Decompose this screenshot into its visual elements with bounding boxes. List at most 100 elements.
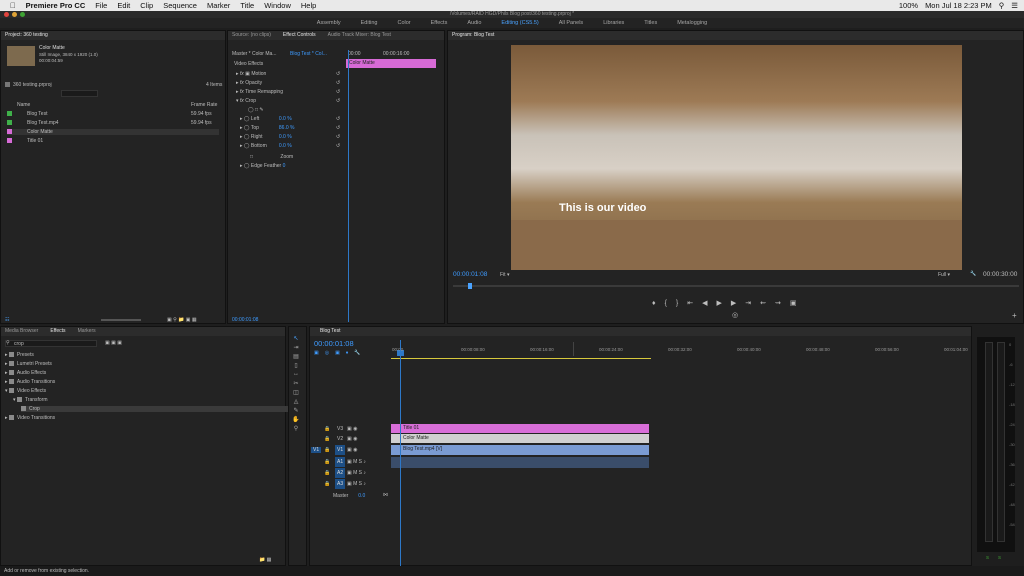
- ws-all-panels[interactable]: All Panels: [559, 18, 583, 28]
- track-header[interactable]: 🔒 A3 ▣ M S ♪: [309, 479, 390, 489]
- ws-titles[interactable]: Titles: [644, 18, 657, 28]
- menu-sequence[interactable]: Sequence: [163, 1, 197, 10]
- wrench-icon[interactable]: 🔧: [970, 271, 976, 277]
- selection-tool-icon[interactable]: ↖: [292, 335, 300, 342]
- track-label[interactable]: A1: [335, 457, 346, 467]
- track-label[interactable]: V2: [335, 434, 345, 444]
- tab-project[interactable]: Project: 360 testing: [5, 31, 48, 40]
- reset-icon[interactable]: ↺: [336, 80, 340, 86]
- ws-libraries[interactable]: Libraries: [603, 18, 624, 28]
- crop-param-value[interactable]: 0.0 %: [279, 116, 292, 122]
- clip-audio[interactable]: [391, 457, 649, 468]
- list-view-icon[interactable]: ☷: [5, 317, 9, 323]
- track-header[interactable]: 🔒 V3 ▣ ◉: [309, 424, 390, 434]
- tab-source[interactable]: Source: (no clips): [232, 31, 271, 40]
- reset-icon[interactable]: ↺: [336, 134, 340, 140]
- col-frame-rate[interactable]: Frame Rate: [191, 102, 217, 108]
- reset-icon[interactable]: ↺: [336, 125, 340, 131]
- rolling-edit-tool-icon[interactable]: ▯: [292, 362, 300, 369]
- clock[interactable]: Mon Jul 18 2:23 PM: [925, 1, 992, 10]
- app-menu[interactable]: Premiere Pro CC: [26, 1, 86, 10]
- reset-icon[interactable]: ↺: [336, 98, 340, 104]
- effect-time-remap[interactable]: ▸ fx Time Remapping: [236, 89, 283, 95]
- track-toggle-icons[interactable]: ▣ ◉: [347, 424, 357, 434]
- tab-sequence[interactable]: Blog Test: [314, 327, 340, 336]
- track-header[interactable]: 🔒 A2 ▣ M S ♪: [309, 468, 390, 478]
- project-search-input[interactable]: [61, 90, 98, 97]
- fit-select[interactable]: Fit ▾: [500, 272, 509, 278]
- program-scrubber[interactable]: [453, 285, 1019, 287]
- project-item[interactable]: Blog Test.mp4 59.94 fps: [7, 120, 219, 126]
- effects-tree-item[interactable]: ▸ Presets: [5, 352, 34, 358]
- ws-assembly[interactable]: Assembly: [317, 18, 341, 28]
- crop-param-value[interactable]: 86.0 %: [279, 125, 295, 131]
- vr-view-icon[interactable]: ◎: [732, 311, 738, 319]
- track-toggle-icons[interactable]: ▣ M S ♪: [347, 479, 366, 489]
- effect-opacity[interactable]: ▸ fx Opacity: [236, 80, 262, 86]
- quality-select[interactable]: Full ▾: [938, 272, 950, 278]
- transport-controls[interactable]: ♦{}⇤◀▶▶⇥⇜⇝▣: [652, 299, 805, 307]
- ec-playhead[interactable]: [348, 50, 349, 322]
- project-item[interactable]: Title 01: [7, 138, 219, 144]
- lock-icon[interactable]: 🔒: [324, 468, 330, 478]
- work-area-bar[interactable]: [391, 358, 651, 359]
- ws-audio[interactable]: Audio: [467, 18, 481, 28]
- track-label[interactable]: A3: [335, 479, 346, 489]
- track-label[interactable]: A2: [335, 468, 346, 478]
- menu-window[interactable]: Window: [264, 1, 291, 10]
- project-item[interactable]: Color Matte: [7, 129, 219, 135]
- close-window-icon[interactable]: [4, 12, 9, 17]
- ec-clip-bar[interactable]: Color Matte: [346, 59, 436, 68]
- solo-left[interactable]: S: [986, 555, 989, 560]
- lock-icon[interactable]: 🔒: [324, 457, 330, 467]
- track-toggle-icons[interactable]: ▣ M S ♪: [347, 468, 366, 478]
- lock-icon[interactable]: 🔒: [324, 424, 330, 434]
- tab-effects[interactable]: Effects: [50, 327, 65, 336]
- track-header[interactable]: 🔒 V1 ▣ ◉: [309, 445, 390, 455]
- effects-tree-item[interactable]: ▾ Video Effects: [5, 388, 46, 394]
- ws-editing[interactable]: Editing: [361, 18, 378, 28]
- track-select-tool-icon[interactable]: ⇥: [292, 344, 300, 351]
- program-playhead[interactable]: [468, 283, 472, 289]
- ws-editing-cs55[interactable]: Editing (CS5.5): [501, 18, 538, 28]
- battery-percent[interactable]: 100%: [899, 1, 918, 10]
- reset-icon[interactable]: ↺: [336, 116, 340, 122]
- crop-param[interactable]: ▸ ◯ Top 86.0 %: [240, 125, 294, 131]
- crop-param[interactable]: ▸ ◯ Right 0.0 %: [240, 134, 292, 140]
- zoom-window-icon[interactable]: [20, 12, 25, 17]
- pen-tool-icon[interactable]: ✎: [292, 407, 300, 414]
- effects-tree-item[interactable]: ▾ Transform: [13, 397, 48, 403]
- clip-video[interactable]: Blog Test.mp4 [V]: [391, 445, 649, 455]
- effects-tree-item[interactable]: ▸ Audio Effects: [5, 370, 46, 376]
- tab-media-browser[interactable]: Media Browser: [5, 327, 38, 336]
- menu-edit[interactable]: Edit: [117, 1, 130, 10]
- reset-icon[interactable]: ↺: [336, 143, 340, 149]
- track-toggle-icons[interactable]: ▣ M S ♪: [347, 457, 366, 467]
- edge-feather-value[interactable]: 0: [283, 163, 286, 169]
- menu-title[interactable]: Title: [240, 1, 254, 10]
- filter-icons[interactable]: ▣ ▣ ▣: [105, 340, 122, 346]
- add-button-icon[interactable]: +: [1012, 311, 1017, 320]
- project-item[interactable]: Blog Test 59.94 fps: [7, 111, 219, 117]
- track-header[interactable]: 🔒 V2 ▣ ◉: [309, 434, 390, 444]
- effect-crop[interactable]: ▾ fx Crop: [236, 98, 256, 104]
- effects-tree-item[interactable]: Crop: [21, 406, 291, 412]
- tab-markers[interactable]: Markers: [78, 327, 96, 336]
- source-patch-v1[interactable]: V1: [311, 447, 322, 453]
- mask-tools-icons[interactable]: ◯ □ ✎: [248, 107, 264, 113]
- ec-timecode[interactable]: 00:00:01:08: [232, 317, 258, 323]
- menu-marker[interactable]: Marker: [207, 1, 230, 10]
- tab-effect-controls[interactable]: Effect Controls: [283, 31, 316, 40]
- zoom-tool-icon[interactable]: ⚲: [292, 425, 300, 432]
- menu-list-icon[interactable]: ☰: [1011, 1, 1018, 10]
- track-toggle-icons[interactable]: ▣ ◉: [347, 434, 357, 444]
- slip-tool-icon[interactable]: ◫: [292, 389, 300, 396]
- effects-tree-item[interactable]: ▸ Lumetri Presets: [5, 361, 52, 367]
- ws-metalogging[interactable]: Metalogging: [677, 18, 707, 28]
- ripple-edit-tool-icon[interactable]: ▤: [292, 353, 300, 360]
- program-timecode[interactable]: 00:00:01:08: [453, 271, 487, 278]
- zoom-slider[interactable]: [101, 319, 141, 321]
- tab-program[interactable]: Program: Blog Test: [452, 31, 494, 40]
- slide-tool-icon[interactable]: ◬: [292, 398, 300, 405]
- effects-panel-icons[interactable]: 📁 ▦: [259, 557, 271, 563]
